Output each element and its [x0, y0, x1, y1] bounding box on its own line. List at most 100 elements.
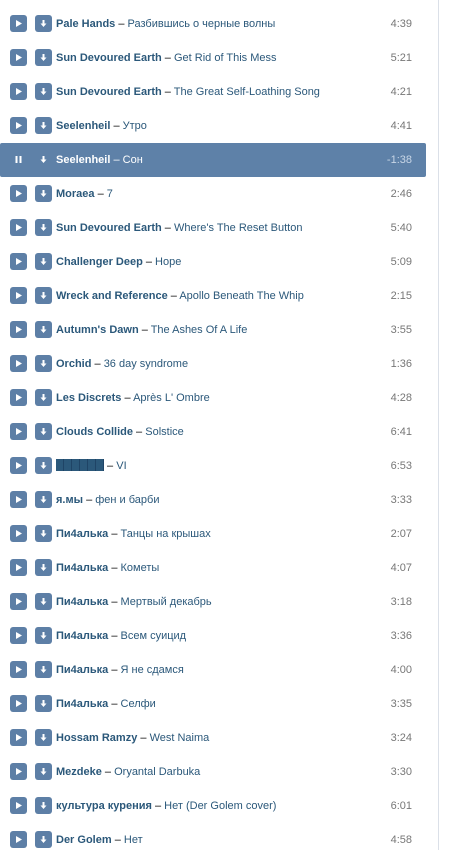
- track-row[interactable]: Пи4алька – Кометы 4:07: [0, 551, 426, 585]
- track-row[interactable]: культура курения – Нет (Der Golem cover)…: [0, 789, 426, 823]
- track-row[interactable]: Les Discrets – Après L' Ombre 4:28: [0, 381, 426, 415]
- track-artist[interactable]: я.мы: [56, 494, 83, 506]
- track-row[interactable]: Wreck and Reference – Apollo Beneath The…: [0, 279, 426, 313]
- pause-button[interactable]: [10, 151, 27, 168]
- track-song-title[interactable]: Solstice: [145, 426, 184, 438]
- track-song-title[interactable]: Утро: [123, 120, 147, 132]
- download-button[interactable]: [35, 593, 52, 610]
- play-button[interactable]: [10, 15, 27, 32]
- download-button[interactable]: [35, 151, 52, 168]
- track-row[interactable]: Hossam Ramzy – West Naima 3:24: [0, 721, 426, 755]
- track-artist[interactable]: Moraea: [56, 188, 95, 200]
- download-button[interactable]: [35, 831, 52, 848]
- track-row[interactable]: Пи4алька – Селфи 3:35: [0, 687, 426, 721]
- track-artist[interactable]: Autumn's Dawn: [56, 324, 139, 336]
- track-song-title[interactable]: Кометы: [121, 562, 160, 574]
- track-song-title[interactable]: Get Rid of This Mess: [174, 52, 277, 64]
- track-row[interactable]: Clouds Collide – Solstice 6:41: [0, 415, 426, 449]
- play-button[interactable]: [10, 559, 27, 576]
- track-artist[interactable]: Mezdeke: [56, 766, 102, 778]
- download-button[interactable]: [35, 83, 52, 100]
- track-artist[interactable]: Wreck and Reference: [56, 290, 168, 302]
- track-artist[interactable]: Sun Devoured Earth: [56, 52, 162, 64]
- track-artist[interactable]: Sun Devoured Earth: [56, 222, 162, 234]
- download-button[interactable]: [35, 219, 52, 236]
- track-row[interactable]: Autumn's Dawn – The Ashes Of A Life 3:55: [0, 313, 426, 347]
- download-button[interactable]: [35, 253, 52, 270]
- track-song-title[interactable]: фен и барби: [95, 494, 159, 506]
- track-row[interactable]: Sun Devoured Earth – Get Rid of This Mes…: [0, 41, 426, 75]
- track-artist[interactable]: Hossam Ramzy: [56, 732, 137, 744]
- play-button[interactable]: [10, 117, 27, 134]
- download-button[interactable]: [35, 49, 52, 66]
- track-row[interactable]: Mezdeke – Oryantal Darbuka 3:30: [0, 755, 426, 789]
- play-button[interactable]: [10, 831, 27, 848]
- track-song-title[interactable]: 7: [107, 188, 113, 200]
- track-artist[interactable]: культура курения: [56, 800, 152, 812]
- download-button[interactable]: [35, 695, 52, 712]
- track-row[interactable]: я.мы – фен и барби 3:33: [0, 483, 426, 517]
- play-button[interactable]: [10, 49, 27, 66]
- track-artist[interactable]: Пи4алька: [56, 562, 108, 574]
- track-song-title[interactable]: Oryantal Darbuka: [114, 766, 200, 778]
- track-row[interactable]: Seelenheil – Утро 4:41: [0, 109, 426, 143]
- play-button[interactable]: [10, 457, 27, 474]
- play-button[interactable]: [10, 321, 27, 338]
- download-button[interactable]: [35, 661, 52, 678]
- track-row[interactable]: – VI 6:53: [0, 449, 426, 483]
- track-duration[interactable]: -1:38: [387, 153, 412, 167]
- track-song-title[interactable]: Всем суицид: [121, 630, 187, 642]
- play-button[interactable]: [10, 729, 27, 746]
- track-song-title[interactable]: The Ashes Of A Life: [151, 324, 248, 336]
- play-button[interactable]: [10, 525, 27, 542]
- download-button[interactable]: [35, 321, 52, 338]
- track-artist[interactable]: Seelenheil: [56, 120, 110, 132]
- play-button[interactable]: [10, 627, 27, 644]
- play-button[interactable]: [10, 797, 27, 814]
- track-song-title[interactable]: Apollo Beneath The Whip: [179, 290, 304, 302]
- download-button[interactable]: [35, 457, 52, 474]
- download-button[interactable]: [35, 389, 52, 406]
- track-row[interactable]: Seelenheil – Сон -1:38: [0, 143, 426, 177]
- track-artist[interactable]: Sun Devoured Earth: [56, 86, 162, 98]
- play-button[interactable]: [10, 287, 27, 304]
- track-song-title[interactable]: Я не сдамся: [121, 664, 184, 676]
- track-song-title[interactable]: Сон: [123, 154, 143, 166]
- play-button[interactable]: [10, 491, 27, 508]
- download-button[interactable]: [35, 627, 52, 644]
- play-button[interactable]: [10, 423, 27, 440]
- track-row[interactable]: Пи4алька – Танцы на крышах 2:07: [0, 517, 426, 551]
- track-row[interactable]: Sun Devoured Earth – Where's The Reset B…: [0, 211, 426, 245]
- play-button[interactable]: [10, 253, 27, 270]
- track-row[interactable]: Sun Devoured Earth – The Great Self-Loat…: [0, 75, 426, 109]
- track-song-title[interactable]: Where's The Reset Button: [174, 222, 302, 234]
- track-artist[interactable]: Challenger Deep: [56, 256, 143, 268]
- track-song-title[interactable]: Мертвый декабрь: [121, 596, 212, 608]
- track-song-title[interactable]: Après L' Ombre: [133, 392, 210, 404]
- track-song-title[interactable]: Разбившись о черные волны: [128, 18, 276, 30]
- track-song-title[interactable]: Hope: [155, 256, 181, 268]
- track-song-title[interactable]: Нет (Der Golem cover): [164, 800, 276, 812]
- track-row[interactable]: Пи4алька – Всем суицид 3:36: [0, 619, 426, 653]
- track-song-title[interactable]: Селфи: [121, 698, 156, 710]
- track-song-title[interactable]: The Great Self-Loathing Song: [174, 86, 320, 98]
- play-button[interactable]: [10, 389, 27, 406]
- track-artist[interactable]: Der Golem: [56, 834, 112, 846]
- track-artist[interactable]: Пи4алька: [56, 528, 108, 540]
- download-button[interactable]: [35, 423, 52, 440]
- track-row[interactable]: Пи4алька – Я не сдамся 4:00: [0, 653, 426, 687]
- play-button[interactable]: [10, 185, 27, 202]
- track-row[interactable]: Orchid – 36 day syndrome 1:36: [0, 347, 426, 381]
- download-button[interactable]: [35, 15, 52, 32]
- download-button[interactable]: [35, 491, 52, 508]
- track-song-title[interactable]: Танцы на крышах: [121, 528, 211, 540]
- download-button[interactable]: [35, 559, 52, 576]
- redacted-artist[interactable]: [56, 459, 104, 471]
- download-button[interactable]: [35, 185, 52, 202]
- track-song-title[interactable]: 36 day syndrome: [104, 358, 188, 370]
- track-row[interactable]: Пи4алька – Мертвый декабрь 3:18: [0, 585, 426, 619]
- track-artist[interactable]: Les Discrets: [56, 392, 121, 404]
- play-button[interactable]: [10, 355, 27, 372]
- track-row[interactable]: Pale Hands – Разбившись о черные волны 4:…: [0, 7, 426, 41]
- download-button[interactable]: [35, 763, 52, 780]
